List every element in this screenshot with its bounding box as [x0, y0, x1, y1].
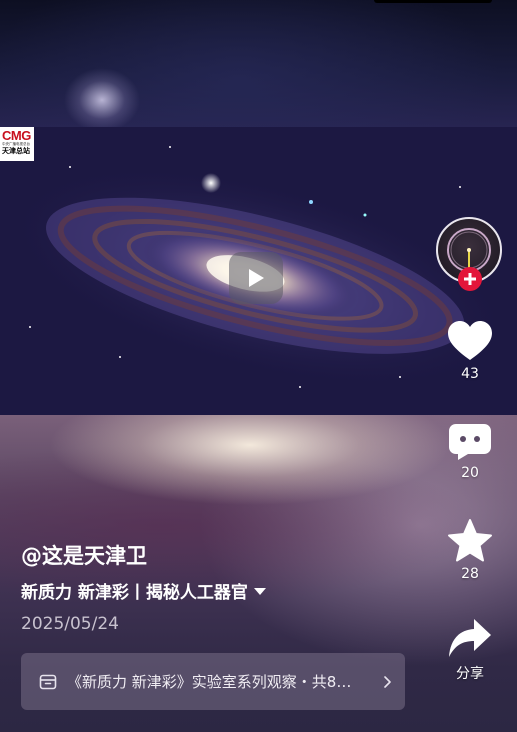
- expand-caret-icon[interactable]: [253, 581, 266, 601]
- collection-bar[interactable]: 《新质力 新津彩》实验室系列观察・共8…: [21, 653, 405, 710]
- like-button[interactable]: 43: [435, 320, 505, 382]
- video-title-text: 新质力 新津彩丨揭秘人工器官: [21, 583, 248, 603]
- comment-count: 20: [461, 465, 479, 481]
- comment-button[interactable]: 20: [435, 423, 505, 481]
- comment-icon: [449, 424, 491, 460]
- share-arrow-icon: [449, 619, 491, 657]
- status-indicator-bar: [374, 0, 492, 3]
- plus-icon: [464, 273, 476, 285]
- cmg-logo-name: CMG: [2, 128, 31, 143]
- collection-text: 《新质力 新津彩》实验室系列观察・共8…: [67, 673, 352, 691]
- play-icon: [249, 269, 264, 287]
- play-button[interactable]: [229, 252, 283, 304]
- author-avatar-group[interactable]: [436, 217, 502, 291]
- favorite-button[interactable]: 28: [435, 518, 505, 582]
- collection-box-icon: [39, 674, 57, 689]
- heart-icon: [448, 321, 492, 360]
- follow-button[interactable]: [458, 267, 482, 291]
- video-title[interactable]: 新质力 新津彩丨揭秘人工器官: [21, 578, 266, 603]
- chevron-right-icon: [384, 675, 391, 688]
- share-button[interactable]: 分享: [435, 617, 505, 683]
- publish-date: 2025/05/24: [21, 614, 119, 634]
- favorite-count: 28: [461, 566, 479, 582]
- cmg-logo-line1: 中央广播电视总台: [2, 142, 30, 146]
- like-count: 43: [461, 366, 479, 382]
- cmg-logo-line2: 天津总站: [2, 146, 30, 155]
- author-name[interactable]: @这是天津卫: [21, 540, 147, 570]
- cmg-logo: CMG 中央广播电视总台 天津总站: [0, 127, 34, 161]
- star-icon: [448, 519, 492, 562]
- blurred-background-top: [0, 0, 517, 127]
- share-label: 分享: [456, 666, 484, 682]
